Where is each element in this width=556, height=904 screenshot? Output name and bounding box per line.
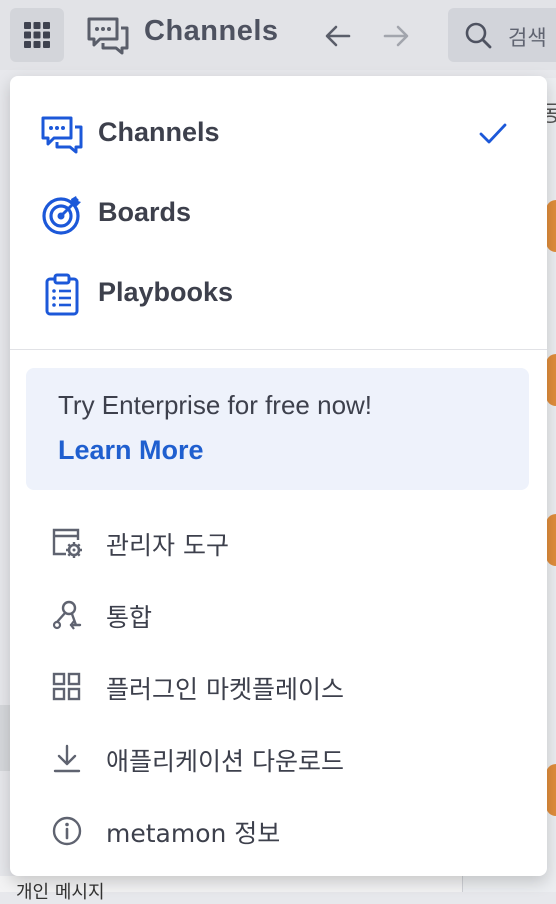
admin-console-icon (52, 528, 82, 558)
avatar (546, 764, 556, 816)
learn-more-link[interactable]: Learn More (58, 435, 204, 466)
integrations-icon (52, 600, 82, 630)
enterprise-promo: Try Enterprise for free now! Learn More (26, 368, 529, 490)
menu-item-marketplace[interactable]: 플러그인 마켓플레이스 (10, 656, 547, 716)
menu-item-about[interactable]: metamon 정보 (10, 800, 547, 860)
menu-item-label: 플러그인 마켓플레이스 (106, 675, 344, 704)
background-sidebar-item (0, 705, 10, 771)
menu-item-channels[interactable]: Channels (10, 99, 547, 169)
channels-icon (87, 17, 129, 55)
download-icon (53, 744, 81, 773)
check-icon (479, 123, 507, 144)
forward-arrow-icon[interactable] (382, 22, 410, 50)
product-switcher-button[interactable] (10, 8, 64, 62)
playbooks-icon (45, 273, 79, 316)
menu-item-download-apps[interactable]: 애플리케이션 다운로드 (10, 728, 547, 788)
product-switcher-menu: Channels Boards Playbooks Try Enterprise… (10, 76, 547, 876)
search-placeholder: 검색 (508, 26, 547, 50)
avatar (546, 200, 556, 252)
top-bar: Channels 검색 (0, 0, 556, 70)
avatar (546, 354, 556, 406)
menu-item-admin-console[interactable]: 관리자 도구 (10, 512, 547, 572)
menu-item-label: metamon 정보 (106, 819, 281, 848)
background-section-header: 개인 메시지 (0, 876, 462, 903)
menu-item-label: 통합 (106, 603, 153, 632)
promo-text: Try Enterprise for free now! (58, 390, 373, 420)
menu-item-boards[interactable]: Boards (10, 179, 547, 249)
search-box[interactable]: 검색 (448, 8, 556, 62)
avatar (546, 514, 556, 566)
channels-icon (41, 116, 83, 154)
menu-item-label: Channels (98, 117, 220, 147)
background-section-label: 개인 메시지 (16, 882, 105, 903)
menu-item-label: 애플리케이션 다운로드 (106, 747, 344, 776)
grid-icon (24, 22, 50, 48)
search-icon (465, 22, 492, 49)
info-icon (52, 816, 82, 846)
menu-item-label: Playbooks (98, 277, 234, 307)
boards-icon (42, 196, 81, 235)
menu-divider (10, 349, 547, 350)
menu-item-integrations[interactable]: 통합 (10, 584, 547, 644)
menu-item-label: Boards (98, 197, 192, 227)
current-product-title: Channels (144, 15, 279, 47)
back-arrow-icon[interactable] (324, 22, 352, 50)
menu-item-label: 관리자 도구 (106, 531, 229, 560)
marketplace-icon (52, 672, 81, 701)
menu-item-playbooks[interactable]: Playbooks (10, 259, 547, 329)
